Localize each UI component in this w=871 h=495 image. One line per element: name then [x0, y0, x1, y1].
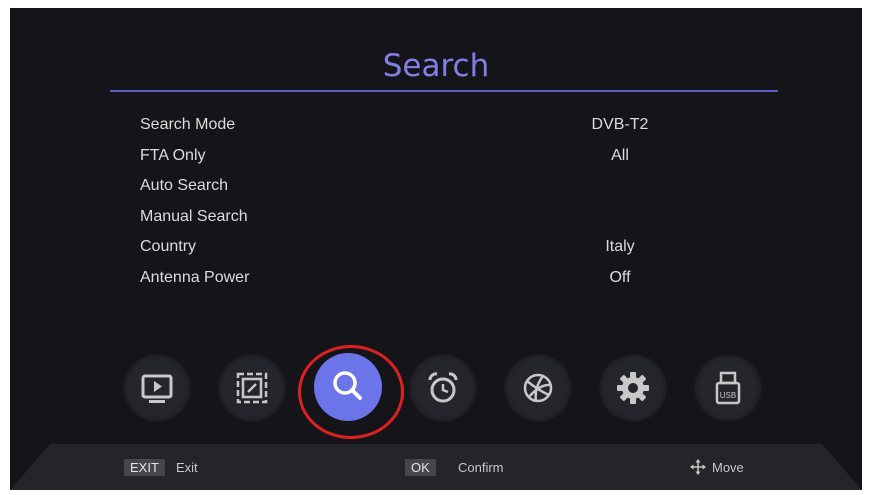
menu-item-label: Antenna Power: [140, 268, 250, 286]
menu-item-value: Off: [609, 268, 631, 286]
menu-item-label: Country: [140, 238, 197, 255]
exit-key[interactable]: EXIT: [124, 459, 165, 476]
exit-hint: Exit: [176, 460, 198, 475]
move-hint: Move: [712, 460, 744, 475]
menu-item-fta-only[interactable]: FTA Only All: [140, 147, 730, 178]
menu-item-label: Auto Search: [140, 177, 229, 194]
menu-item-label: Search Mode: [140, 116, 236, 133]
menu-item-value: All: [611, 146, 629, 164]
search-menu: Search Mode DVB-T2 FTA Only All Auto Sea…: [140, 116, 730, 299]
picture-menu-button[interactable]: [218, 354, 286, 422]
confirm-hint: Confirm: [458, 460, 504, 475]
menu-item-label: Manual Search: [140, 207, 248, 225]
tv-icon: [141, 374, 173, 403]
menu-item-antenna-power[interactable]: Antenna Power Off: [140, 269, 730, 300]
menu-item-search-mode[interactable]: Search Mode DVB-T2: [140, 116, 730, 147]
settings-menu-button[interactable]: [599, 354, 667, 422]
usb-text: USB: [720, 391, 736, 400]
gear-icon: [617, 372, 649, 404]
usb-menu-button[interactable]: USB: [694, 354, 762, 422]
screen: Search Search Mode DVB-T2 FTA Only All A…: [10, 8, 862, 490]
timer-menu-button[interactable]: [409, 354, 477, 422]
menu-item-label: FTA Only: [140, 146, 206, 164]
menu-item-country[interactable]: Country Italy: [140, 238, 730, 269]
title-divider: [110, 90, 778, 92]
ok-key[interactable]: OK: [405, 459, 436, 476]
page-title: Search: [382, 48, 490, 84]
alarm-clock-icon: [428, 372, 458, 403]
menu-item-value: Italy: [605, 238, 635, 255]
highlight-circle: [298, 345, 404, 439]
picture-icon: [236, 372, 268, 404]
menu-item-manual-search[interactable]: Manual Search: [140, 208, 730, 239]
menu-item-auto-search[interactable]: Auto Search: [140, 177, 730, 208]
usb-icon: USB: [715, 371, 741, 405]
menu-item-value: DVB-T2: [591, 116, 649, 133]
tv-menu-button[interactable]: [123, 354, 191, 422]
network-menu-button[interactable]: [504, 354, 572, 422]
network-globe-icon: [523, 373, 553, 403]
move-arrows-icon: [690, 459, 706, 475]
